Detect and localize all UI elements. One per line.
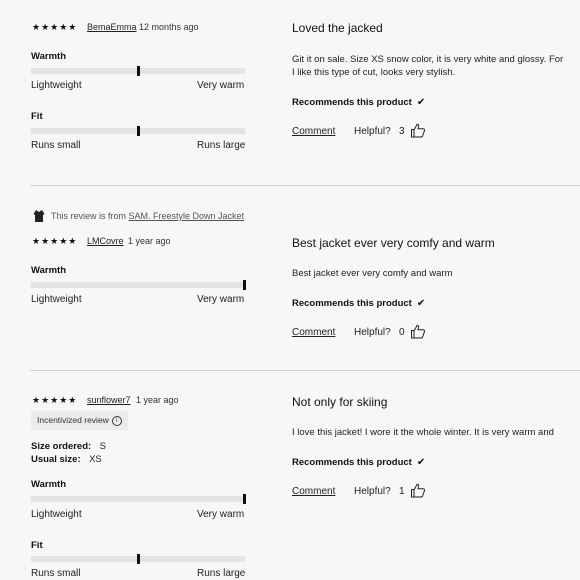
warmth-label: Warmth — [31, 479, 67, 490]
warmth-label: Warmth — [31, 265, 67, 276]
fit-min-label: Runs small — [31, 568, 81, 579]
review-body-line: Git it on sale. Size XS snow color, it i… — [292, 54, 564, 65]
review-divider — [30, 185, 580, 186]
warmth-slider-marker — [243, 280, 246, 290]
fit-max-label: Runs large — [197, 140, 246, 151]
usual-size-row: Usual size: XS — [31, 449, 102, 467]
star-rating: ★★★★★ — [32, 22, 78, 32]
reviewer-name-link[interactable]: sunflower7 — [87, 395, 131, 405]
helpful-label: Helpful? — [354, 126, 391, 137]
info-icon[interactable]: i — [111, 415, 122, 426]
review-title: Best jacket ever very comfy and warm — [292, 236, 495, 250]
review-body: I love this jacket! I wore it the whole … — [292, 426, 554, 439]
fit-slider-marker — [137, 126, 140, 136]
reviewer-name-link[interactable]: BemaEmma — [87, 22, 137, 32]
review-body: Git it on sale. Size XS snow color, it i… — [292, 53, 563, 79]
fit-min-label: Runs small — [31, 140, 81, 151]
warmth-slider-track — [31, 66, 245, 76]
recommends-text: Recommends this product — [292, 298, 412, 309]
review-title: Not only for skiing — [292, 395, 388, 409]
recommends-row: Recommends this product ✔ — [292, 293, 425, 311]
warmth-max-label: Very warm — [197, 294, 245, 305]
thumbs-up-icon[interactable] — [410, 324, 426, 339]
helpful-label: Helpful? — [354, 327, 391, 338]
star-rating: ★★★★★ — [32, 395, 78, 405]
review-date: 1 year ago — [128, 236, 171, 246]
fit-slider-marker — [137, 554, 140, 564]
review-source-prefix: This review is from — [51, 211, 127, 221]
review-body-line: I love this jacket! I wore it the whole … — [292, 427, 554, 438]
comment-button[interactable]: Comment — [292, 126, 335, 137]
thumbs-up-icon[interactable] — [410, 483, 426, 498]
comment-button[interactable]: Comment — [292, 327, 335, 338]
helpful-count: 0 — [399, 327, 405, 338]
review-date: 12 months ago — [139, 22, 199, 32]
warmth-max-label: Very warm — [197, 509, 245, 520]
usual-size-label: Usual size: — [31, 454, 81, 465]
recommends-row: Recommends this product ✔ — [292, 92, 425, 110]
product-link[interactable]: SAM. Freestyle Down Jacket — [129, 211, 245, 221]
warmth-min-label: Lightweight — [31, 294, 82, 305]
check-icon: ✔ — [416, 97, 426, 108]
recommends-row: Recommends this product ✔ — [292, 452, 425, 470]
helpful-count: 3 — [399, 126, 405, 137]
fit-label: Fit — [31, 540, 43, 551]
helpful-count: 1 — [399, 486, 405, 497]
review-title: Loved the jacked — [292, 21, 383, 35]
helpful-label: Helpful? — [354, 486, 391, 497]
warmth-label: Warmth — [31, 51, 67, 62]
reviewer-name-link[interactable]: LMCovre — [87, 236, 124, 246]
recommends-text: Recommends this product — [292, 97, 412, 108]
warmth-slider-marker — [243, 494, 246, 504]
jacket-icon — [33, 210, 45, 222]
warmth-min-label: Lightweight — [31, 80, 82, 91]
warmth-slider-track — [31, 494, 246, 504]
fit-max-label: Runs large — [197, 568, 246, 579]
usual-size-value: XS — [89, 454, 102, 465]
comment-button[interactable]: Comment — [292, 486, 335, 497]
incentivized-badge: Incentivized review i — [31, 411, 128, 430]
thumbs-up-icon[interactable] — [410, 123, 426, 138]
warmth-min-label: Lightweight — [31, 509, 82, 520]
review-body-line: Best jacket ever very comfy and warm — [292, 268, 453, 279]
check-icon: ✔ — [416, 457, 426, 468]
review-divider — [30, 370, 580, 371]
star-rating: ★★★★★ — [32, 236, 78, 246]
warmth-max-label: Very warm — [197, 80, 245, 91]
warmth-slider-track — [31, 280, 246, 290]
review-body: Best jacket ever very comfy and warm — [292, 267, 453, 280]
fit-slider-track — [31, 126, 245, 136]
recommends-text: Recommends this product — [292, 457, 412, 468]
review-body-line: I like this type of cut, looks very styl… — [292, 67, 456, 78]
fit-slider-track — [31, 554, 245, 564]
check-icon: ✔ — [416, 298, 426, 309]
review-source: This review is from SAM. Freestyle Down … — [51, 211, 244, 221]
fit-label: Fit — [31, 111, 43, 122]
warmth-slider-marker — [137, 66, 140, 76]
incentivized-badge-label: Incentivized review — [37, 415, 109, 425]
review-date: 1 year ago — [136, 395, 179, 405]
